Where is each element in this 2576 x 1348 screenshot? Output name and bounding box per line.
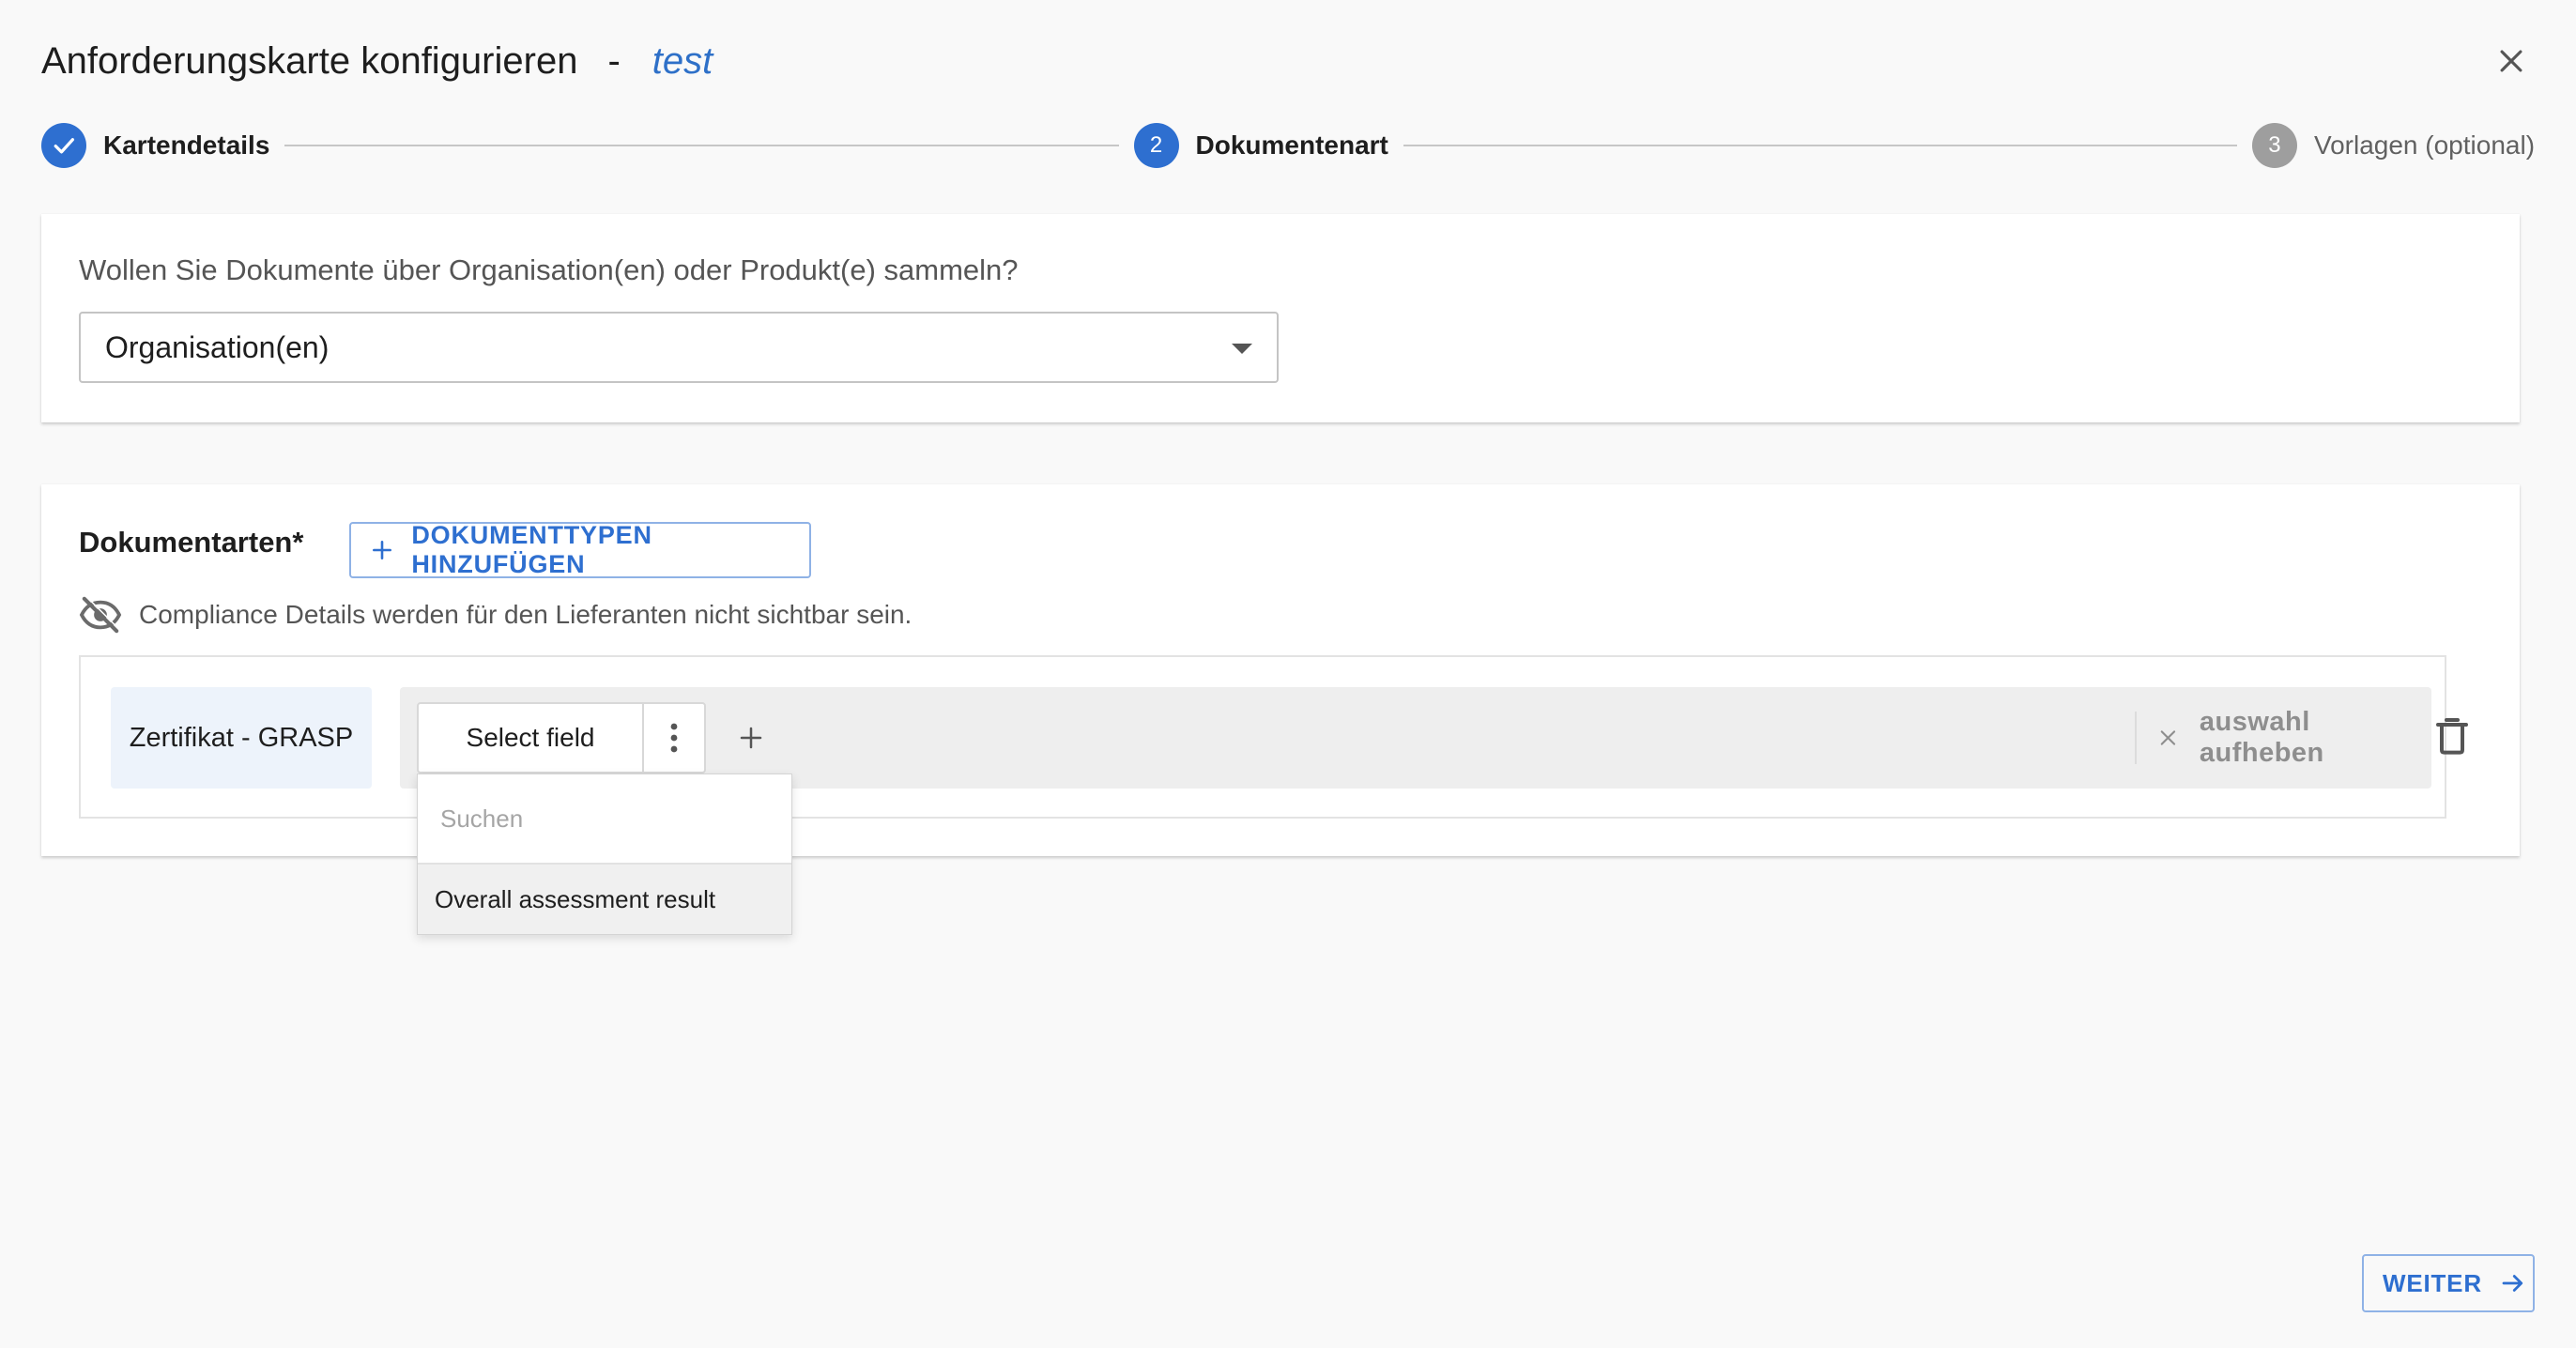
collection-select[interactable]: Organisation(en) [79,312,1279,383]
add-document-types-button[interactable]: DOKUMENTTYPEN HINZUFÜGEN [349,521,811,578]
title-separator: - [607,39,621,82]
delete-document-type-button[interactable] [2426,710,2478,762]
field-search-input[interactable] [438,803,761,835]
stepper: Kartendetails 2 Dokumentenart 3 Vorlagen… [41,122,2535,169]
add-document-types-label: DOKUMENTTYPEN HINZUFÜGEN [411,521,652,578]
clear-selection-button[interactable]: auswahl aufheben [2157,707,2431,768]
step-done-indicator [41,123,86,168]
document-types-title: Dokumentarten* [79,526,304,559]
next-button-label: WEITER [2383,1268,2482,1297]
field-search [418,774,791,865]
step-connector [1403,145,2237,146]
more-vertical-icon [670,723,678,753]
eye-off-icon [79,595,122,634]
card-name: test [652,39,713,82]
delete-icon [2436,718,2468,755]
visibility-notice-text: Compliance Details werden für den Liefer… [139,600,912,629]
step-label: Kartendetails [103,130,270,160]
clear-divider [2135,712,2137,764]
step-label: Dokumentenart [1195,130,1388,160]
dialog-title: Anforderungskarte konfigurieren [41,39,578,82]
plus-icon [370,537,394,563]
collection-select-value: Organisation(en) [105,329,330,364]
dialog-header: Anforderungskarte konfigurieren - test [41,36,2535,86]
field-menu-button[interactable] [644,704,704,772]
check-icon [54,138,74,154]
plus-icon [740,727,762,749]
field-dropdown: Overall assessment result [417,774,792,935]
collection-card: Wollen Sie Dokumente über Organisation(e… [41,214,2520,422]
document-type-name: Zertifikat - GRASP [111,687,372,789]
clear-icon [2160,730,2176,745]
step-label: Vorlagen (optional) [2313,130,2536,160]
arrow-right-icon [2499,1269,2527,1297]
next-button[interactable]: WEITER [2362,1254,2535,1312]
field-chip: Select field [417,702,706,774]
step-kartendetails[interactable]: Kartendetails [41,123,269,168]
add-field-button[interactable] [730,717,772,758]
chevron-down-icon [1232,344,1252,354]
step-dokumentenart[interactable]: 2 Dokumentenart [1133,123,1388,168]
clear-selection-label: auswahl aufheben [2199,707,2324,768]
field-option[interactable]: Overall assessment result [418,865,791,934]
step-number: 3 [2251,123,2297,168]
visibility-notice: Compliance Details werden für den Liefer… [79,595,912,635]
collection-question: Wollen Sie Dokumente über Organisation(e… [79,253,1019,286]
close-icon [2500,50,2522,72]
document-types-card: Dokumentarten* DOKUMENTTYPEN HINZUFÜGEN … [41,484,2520,856]
close-button[interactable] [2488,38,2535,84]
select-field-button[interactable]: Select field [419,704,644,772]
step-vorlagen[interactable]: 3 Vorlagen (optional) [2251,123,2536,168]
dialog: Anforderungskarte konfigurieren - test K… [0,0,2576,1348]
step-connector [284,145,1119,146]
step-number: 2 [1133,123,1179,168]
